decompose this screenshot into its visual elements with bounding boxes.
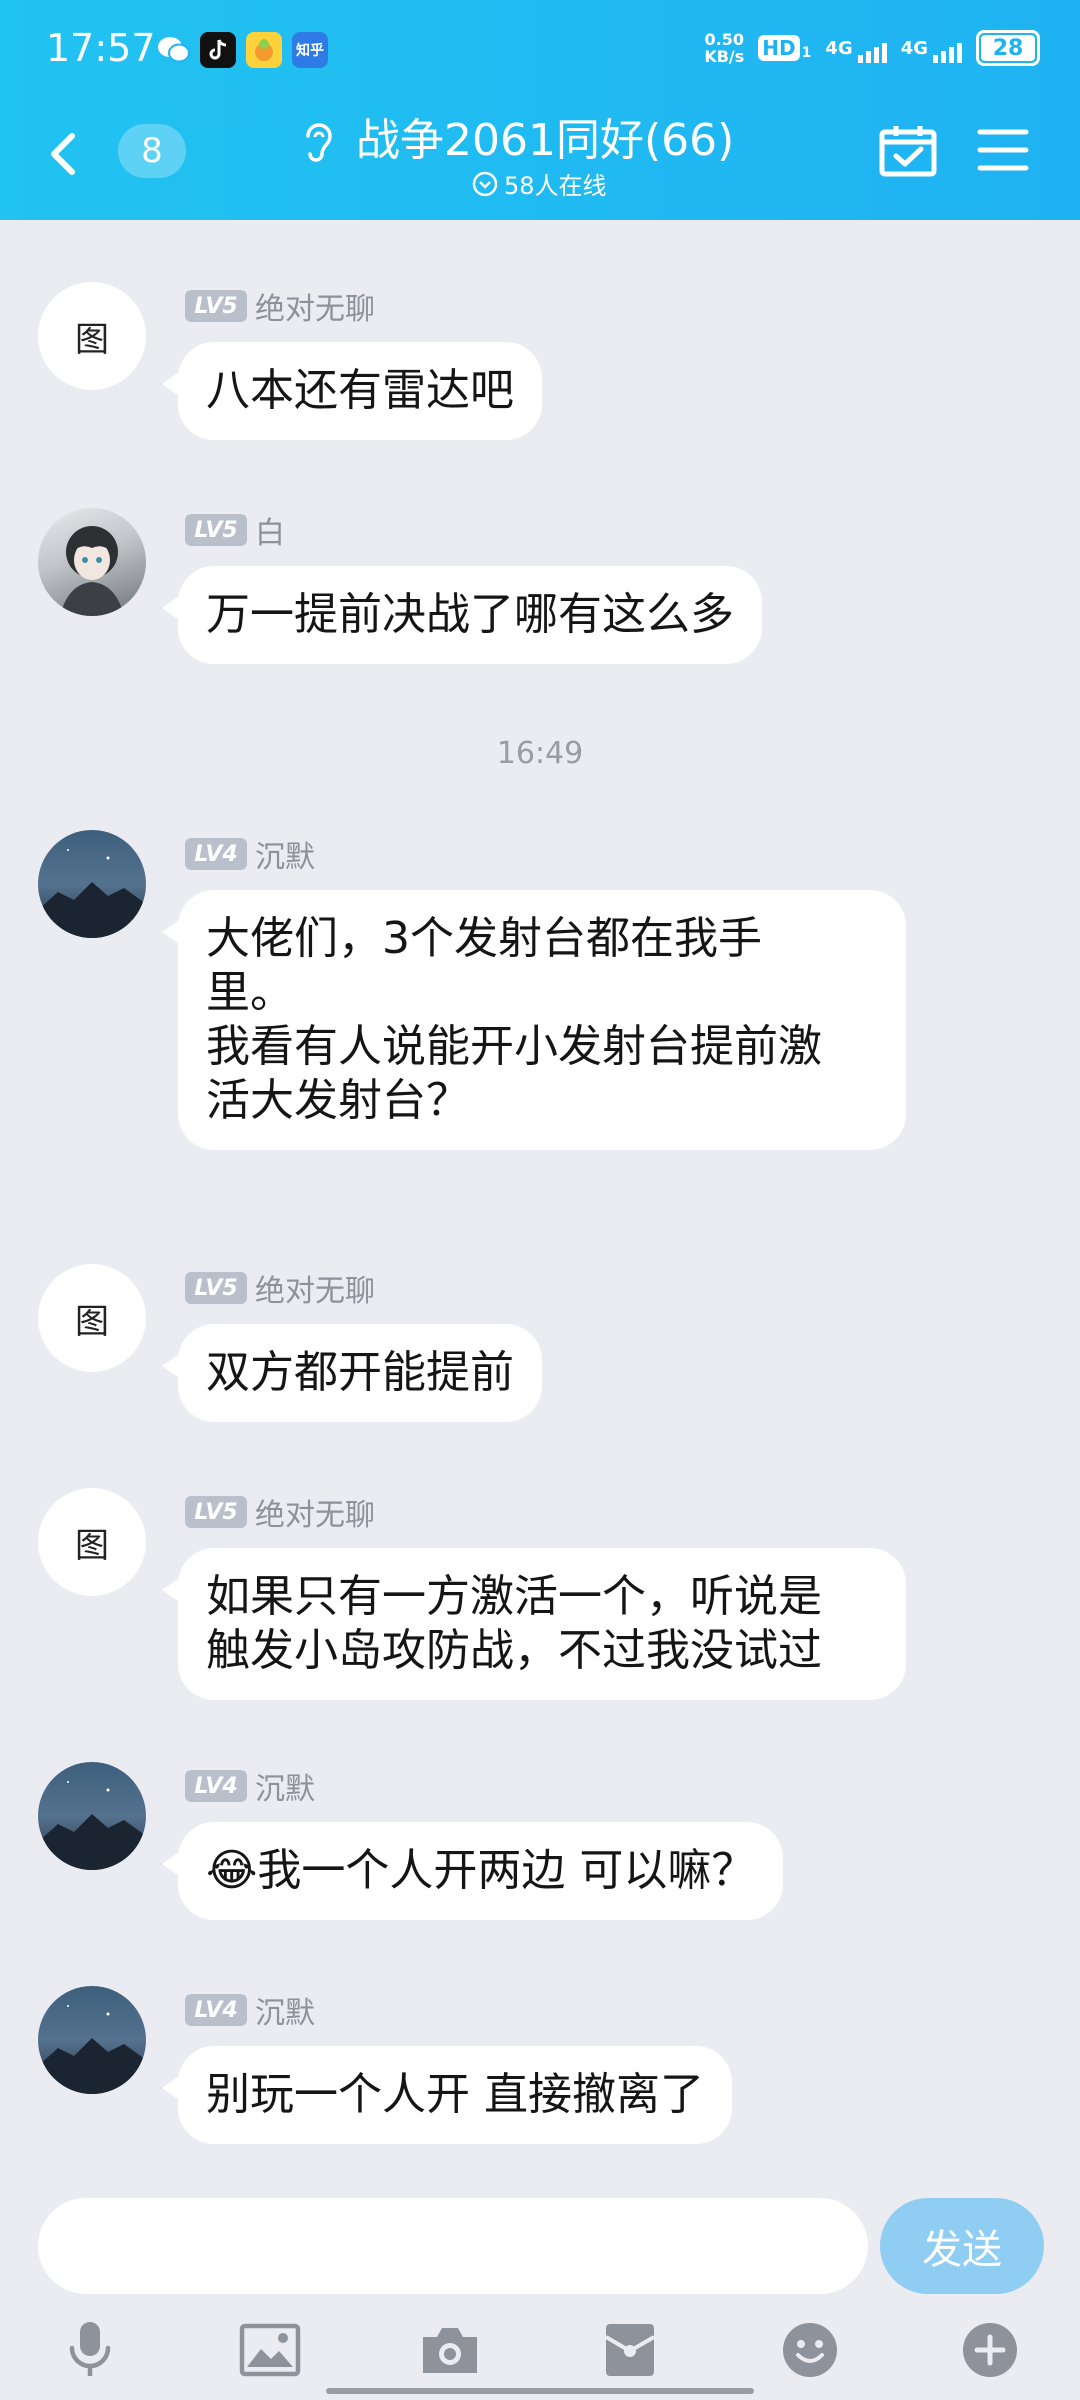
sender-name[interactable]: 绝对无聊 — [255, 1490, 375, 1534]
avatar[interactable] — [38, 508, 146, 616]
sender-info: LV4 沉默 — [185, 832, 315, 876]
sender-name[interactable]: 沉默 — [255, 1988, 315, 2032]
group-title[interactable]: 战争2061同好(66) — [356, 104, 734, 168]
sender-name[interactable]: 绝对无聊 — [255, 1266, 375, 1310]
signal-icon: 4G — [825, 38, 887, 63]
timestamp: 16:49 — [496, 736, 584, 771]
composer: 发送 — [0, 2180, 1080, 2400]
sender-info: LV5 绝对无聊 — [185, 1490, 375, 1534]
message-bubble[interactable]: 双方都开能提前 — [162, 1324, 542, 1422]
sender-info: LV5 绝对无聊 — [185, 1266, 375, 1310]
avatar[interactable] — [38, 1986, 146, 2094]
chat-messages[interactable]: 图 LV5 绝对无聊 八本还有雷达吧 LV5 白 万一提前决战了哪有这么多 16… — [0, 220, 1080, 2180]
sender-info: LV4 沉默 — [185, 1764, 315, 1808]
status-indicators: 0.50 KB/s HD 1 4G 4G 28 — [704, 30, 1040, 66]
battery-icon: 28 — [976, 30, 1040, 66]
level-badge: LV5 — [185, 1272, 247, 1304]
signal-icon: 4G — [901, 38, 962, 63]
sender-name[interactable]: 白 — [255, 508, 285, 552]
level-badge: LV5 — [185, 514, 247, 546]
message-bubble[interactable]: 别玩一个人开 直接撤离了 — [162, 2046, 732, 2144]
ear-icon[interactable] — [300, 118, 336, 170]
online-status[interactable]: 58人在线 — [472, 166, 607, 201]
level-badge: LV5 — [185, 290, 247, 322]
hd-indicator: HD 1 — [758, 35, 811, 61]
sender-name[interactable]: 沉默 — [255, 1764, 315, 1808]
status-time: 17:57 — [46, 26, 156, 70]
level-badge: LV4 — [185, 1994, 247, 2026]
top-bar: 17:57 知乎 0.50 KB/s HD 1 4G 4G 28 8 战争206… — [0, 0, 1080, 220]
message-bubble[interactable]: 八本还有雷达吧 — [162, 342, 542, 440]
home-indicator[interactable] — [326, 2388, 754, 2394]
plus-icon[interactable] — [958, 2318, 1022, 2382]
level-badge: LV4 — [185, 838, 247, 870]
level-badge: LV5 — [185, 1496, 247, 1528]
microphone-icon[interactable] — [58, 2318, 122, 2382]
avatar[interactable] — [38, 830, 146, 938]
net-speed: 0.50 KB/s — [704, 30, 745, 66]
menu-icon[interactable] — [976, 126, 1030, 178]
message-bubble[interactable]: 大佬们，3个发射台都在我手 里。 我看有人说能开小发射台提前激 活大发射台？ — [162, 890, 906, 1150]
sender-name[interactable]: 绝对无聊 — [255, 284, 375, 328]
avatar[interactable]: 图 — [38, 1488, 146, 1596]
sender-name[interactable]: 沉默 — [255, 832, 315, 876]
message-input[interactable] — [38, 2198, 868, 2294]
emoji-icon[interactable] — [778, 2318, 842, 2382]
message-bubble[interactable]: 如果只有一方激活一个，听说是 触发小岛攻防战，不过我没试过 — [162, 1548, 906, 1700]
tiktok-icon — [200, 32, 236, 68]
level-badge: LV4 — [185, 1770, 247, 1802]
unread-count-badge[interactable]: 8 — [118, 124, 186, 178]
chevron-down-icon — [472, 171, 498, 196]
camera-icon[interactable] — [418, 2318, 482, 2382]
back-button[interactable] — [40, 118, 84, 188]
game-icon — [246, 32, 282, 68]
sender-info: LV4 沉默 — [185, 1988, 315, 2032]
avatar[interactable]: 图 — [38, 1264, 146, 1372]
sender-info: LV5 白 — [185, 508, 285, 552]
image-icon[interactable] — [238, 2318, 302, 2382]
message-bubble[interactable]: 万一提前决战了哪有这么多 — [162, 566, 762, 664]
avatar[interactable] — [38, 1762, 146, 1870]
send-button[interactable]: 发送 — [880, 2198, 1044, 2294]
red-packet-icon[interactable] — [598, 2318, 662, 2382]
sender-info: LV5 绝对无聊 — [185, 284, 375, 328]
status-bar: 17:57 知乎 0.50 KB/s HD 1 4G 4G 28 — [0, 0, 1080, 100]
avatar[interactable]: 图 — [38, 282, 146, 390]
message-bubble[interactable]: 😂我一个人开两边 可以嘛？ — [161, 1822, 784, 1920]
zhihu-icon: 知乎 — [292, 32, 328, 68]
wechat-icon — [156, 32, 192, 68]
calendar-check-icon[interactable] — [878, 122, 938, 182]
